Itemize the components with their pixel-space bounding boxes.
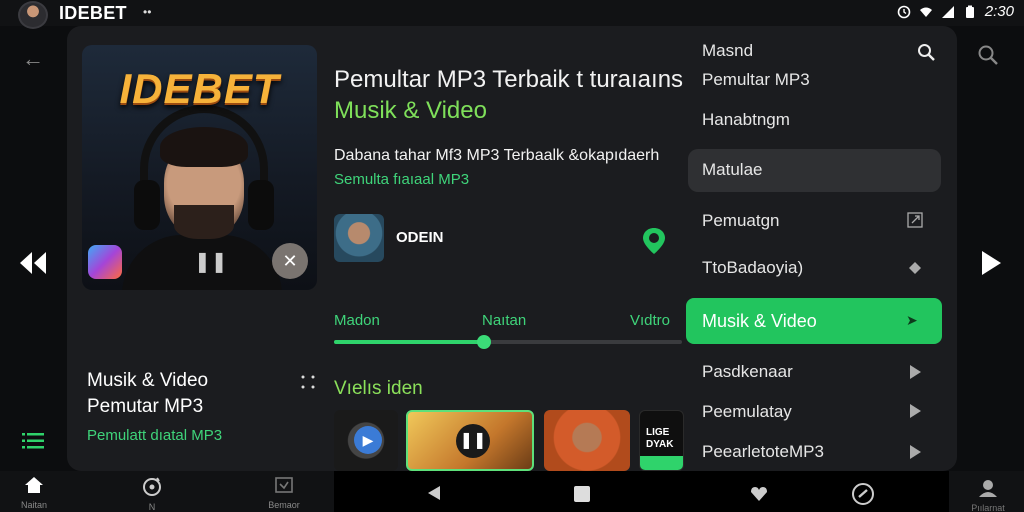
menu-item[interactable]: Hanabtngm	[702, 110, 790, 130]
wifi-icon	[919, 7, 932, 17]
system-back-button[interactable]	[424, 485, 444, 506]
music-icon	[143, 477, 161, 496]
description: Dabana tahar Mf3 MP3 Terbaalk &okapıdaer…	[334, 147, 660, 164]
thumbnail-text: LIGE DYAK	[646, 427, 674, 450]
menu-item-label: Musik & Video	[702, 311, 817, 331]
now-playing-subtitle: Pemutar MP3	[87, 396, 204, 417]
back-triangle-icon	[428, 486, 440, 500]
loading-icon	[301, 375, 315, 389]
system-extra-button[interactable]	[851, 482, 875, 511]
next-play-icon[interactable]	[980, 250, 1002, 276]
heart-icon	[751, 487, 767, 501]
pause-icon[interactable]: ❚❚	[456, 424, 490, 458]
pointer-icon: ➤	[906, 312, 918, 328]
tab-vidtro[interactable]: Vıdtro	[630, 312, 670, 329]
headphone-right	[248, 180, 274, 230]
progress-handle[interactable]	[476, 335, 491, 349]
album-cover[interactable]: IDEBET ❚❚ ✕	[82, 45, 317, 290]
nav-second[interactable]: N	[134, 476, 170, 512]
status-icons: 2:30	[897, 3, 1014, 20]
profile-icon	[979, 480, 997, 497]
chevron-right-icon[interactable]	[907, 403, 923, 419]
menu-item[interactable]: Matulae	[702, 160, 762, 180]
chevron-right-icon[interactable]	[907, 364, 923, 380]
back-arrow-icon[interactable]: ←	[22, 46, 44, 72]
system-recents-button[interactable]	[748, 486, 770, 507]
video-thumbnail[interactable]: ▶	[334, 410, 398, 471]
headphone-left	[134, 180, 160, 230]
play-icon[interactable]: ▶	[354, 426, 382, 454]
tab-naitan[interactable]: Naıtan	[482, 312, 526, 329]
video-thumbnail[interactable]: LIGE DYAK	[639, 410, 684, 471]
video-thumbnail[interactable]	[544, 410, 630, 471]
tab-madon[interactable]: Madon	[334, 312, 380, 329]
close-icon[interactable]: ✕	[272, 243, 308, 279]
now-playing-small: Pemulatt dıatal MP3	[87, 427, 223, 444]
share-icon[interactable]	[907, 212, 923, 228]
description-sub: Semulta fıaıaal MP3	[334, 171, 470, 188]
progress-fill	[334, 340, 484, 344]
menu-item[interactable]: PeearletoteMP3	[702, 442, 824, 462]
chevron-right-icon[interactable]	[907, 444, 923, 460]
home-icon	[25, 477, 43, 493]
nav-third-label: Bemaor	[268, 500, 300, 510]
alarm-icon	[897, 5, 911, 18]
artist-avatar[interactable]	[334, 214, 384, 262]
menu-item[interactable]: Masnd	[702, 41, 753, 61]
library-icon	[275, 477, 293, 493]
menu-item[interactable]: Pemuatgn	[702, 211, 780, 231]
system-home-button[interactable]	[572, 485, 592, 508]
progress-track[interactable]	[334, 335, 682, 349]
now-playing-title: Musik & Video	[87, 370, 209, 391]
cover-beard	[174, 205, 234, 239]
video-thumbnail[interactable]: ❚❚	[406, 410, 534, 471]
pause-icon[interactable]: ❚❚	[194, 249, 228, 275]
cover-title: IDEBET	[119, 65, 280, 112]
link-icon	[852, 483, 874, 505]
page-subtitle: Musik & Video	[334, 97, 487, 124]
status-dots: ••	[143, 5, 152, 19]
menu-item[interactable]: Pasdkenaar	[702, 362, 793, 382]
rewind-icon[interactable]	[18, 250, 48, 276]
search-icon[interactable]	[977, 44, 999, 66]
status-bar: IDEBET •• 2:30	[0, 0, 1024, 29]
avatar[interactable]	[18, 1, 48, 29]
app-title: IDEBET	[59, 3, 127, 23]
menu-item-active[interactable]: Musik & Video ➤	[686, 298, 942, 344]
page-title: Pemultar MP3 Terbaik t turaıaıns	[334, 66, 684, 93]
nav-second-label: N	[148, 502, 156, 512]
menu-search-icon[interactable]	[917, 43, 935, 61]
play-store-icon[interactable]	[88, 245, 122, 279]
menu-item[interactable]: TtoBadaoyia)	[702, 258, 803, 278]
nav-profile[interactable]: Pıılarnat	[958, 478, 1018, 512]
clock: 2:30	[984, 3, 1014, 20]
battery-icon	[965, 5, 974, 18]
menu-item[interactable]: Peemulatay	[702, 402, 792, 422]
location-pin-icon[interactable]	[640, 226, 668, 256]
artist-name[interactable]: ODEIN	[396, 229, 444, 246]
square-icon	[574, 486, 590, 502]
thumbnail-bar	[640, 456, 683, 470]
nav-home[interactable]: Naitan	[16, 476, 52, 510]
tag-icon[interactable]	[907, 260, 923, 276]
nav-profile-label: Pıılarnat	[971, 503, 1005, 512]
menu-item[interactable]: Pemultar MP3	[702, 70, 810, 90]
nav-home-label: Naitan	[20, 500, 47, 510]
cover-hair	[160, 127, 248, 167]
list-icon[interactable]	[22, 432, 44, 450]
section-title: Vıelıs iden	[334, 378, 423, 399]
nav-third[interactable]: Bemaor	[262, 476, 306, 510]
signal-icon	[941, 5, 954, 18]
